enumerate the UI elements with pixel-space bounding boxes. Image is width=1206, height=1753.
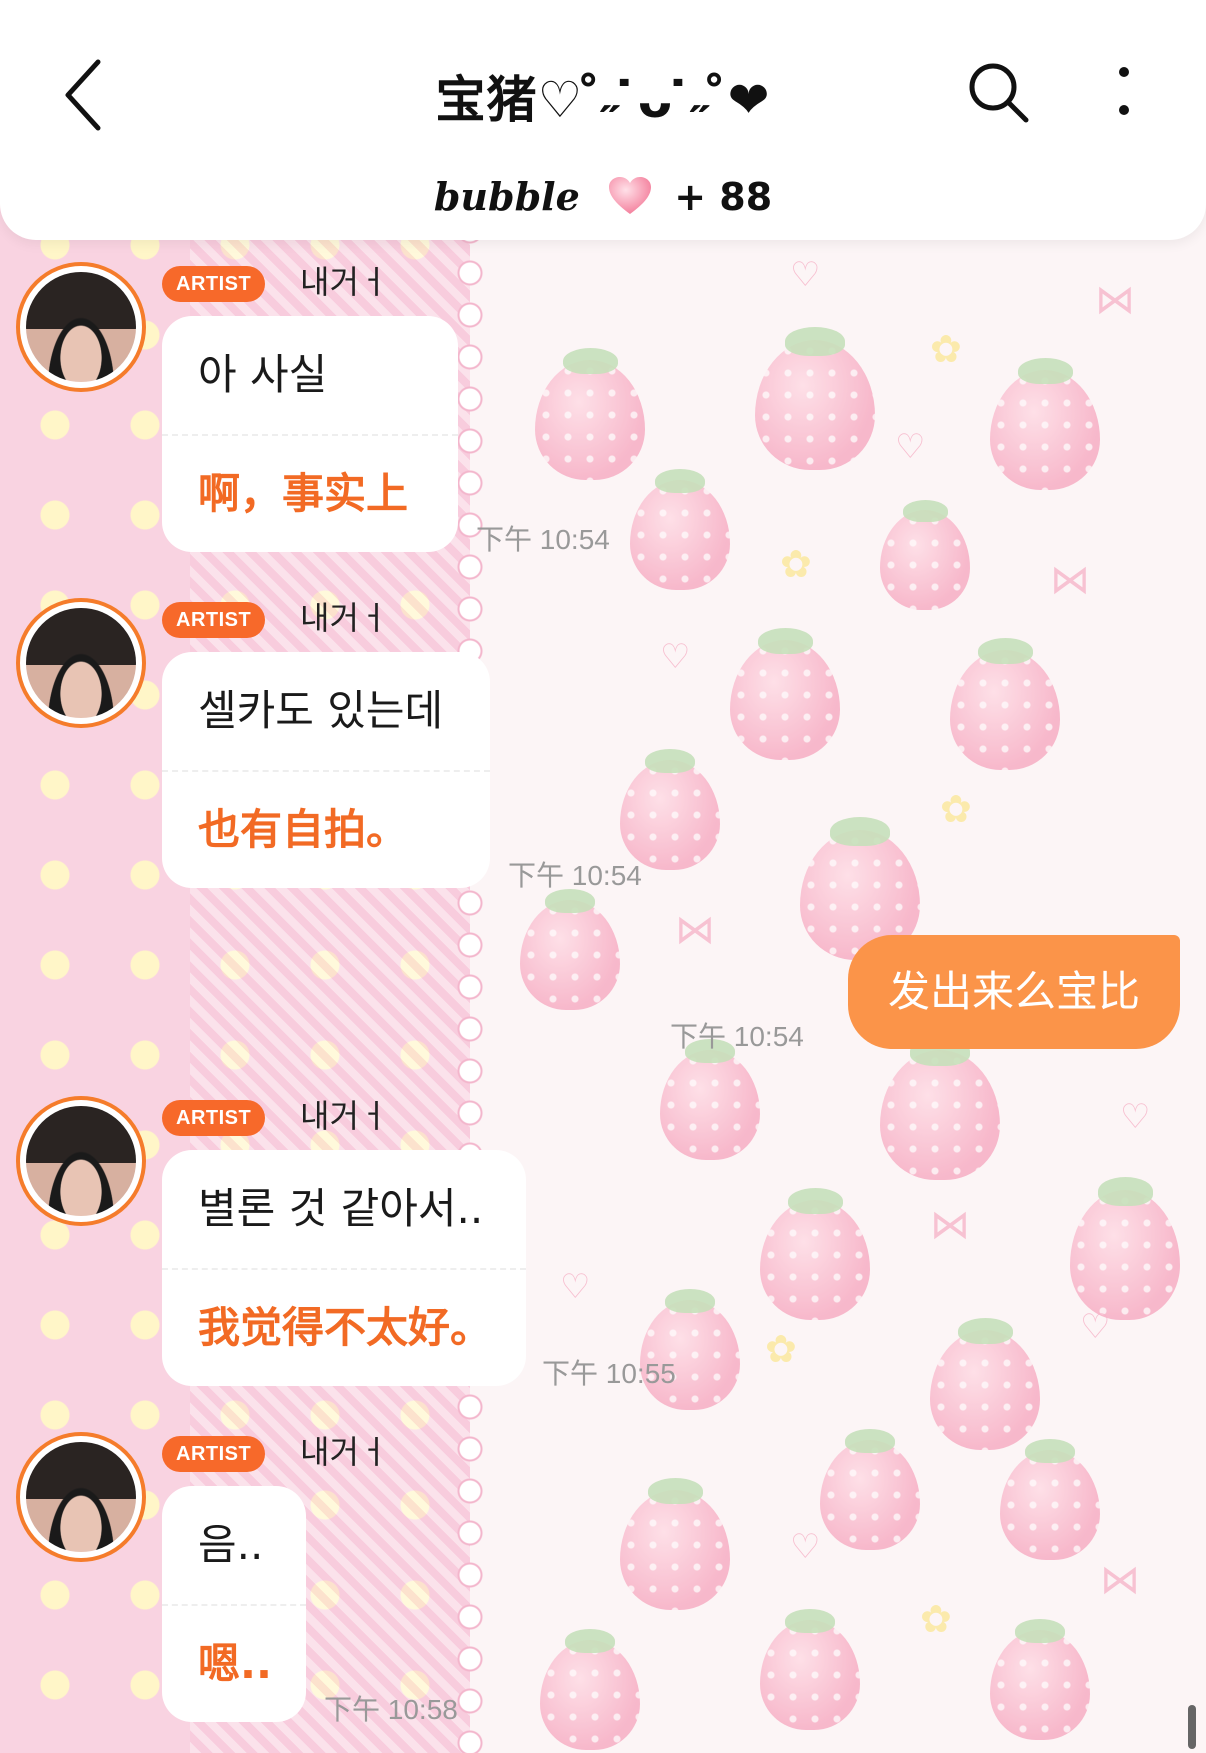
scrollbar-thumb[interactable] [1188, 1705, 1196, 1749]
message-time: 下午 10:58 [324, 1694, 458, 1725]
artist-badge: ARTIST [162, 1436, 266, 1472]
message-bubble[interactable]: 별론 것 같아서.. 我觉得不太好。 [162, 1150, 526, 1386]
sender-name: 내거ㅓ [300, 1097, 389, 1135]
message-bubble[interactable]: 셀카도 있는데 也有自拍。 [162, 652, 490, 888]
message-time: 下午 10:55 [542, 1358, 676, 1389]
avatar[interactable] [16, 1096, 146, 1226]
bubble-count-bar[interactable]: bubble + 88 [0, 174, 1206, 219]
message-korean: 아 사실 [198, 350, 328, 399]
search-button[interactable] [966, 60, 1030, 124]
sent-message-time: 下午 10:54 [670, 1021, 804, 1052]
bubble-count: + 88 [674, 175, 773, 219]
message-korean: 별론 것 같아서.. [198, 1184, 484, 1233]
message-translation: 也有自拍。 [198, 805, 409, 854]
sent-message-bubble[interactable]: 发出来么宝比 [847, 935, 1180, 1049]
sender-name: 내거ㅓ [300, 263, 389, 301]
avatar[interactable] [16, 598, 146, 728]
bubble-brand: bubble [433, 174, 580, 219]
more-menu-button[interactable] [1110, 64, 1138, 124]
chat-header: 宝猪♡ ̊˶ ̇ᴗ ̇˶ ̊❤︎ bubble + 88 [0, 0, 1206, 240]
message-bubble[interactable]: 아 사실 啊，事实上 [162, 316, 458, 552]
pink-heart-icon [607, 176, 653, 216]
message-translation: 我觉得不太好。 [198, 1303, 493, 1352]
avatar[interactable] [16, 262, 146, 392]
message-bubble[interactable]: 음.. 嗯.. [162, 1486, 306, 1722]
message-time: 下午 10:54 [476, 524, 610, 555]
message-translation: 啊，事实上 [198, 469, 409, 518]
artist-badge: ARTIST [162, 266, 266, 302]
avatar[interactable] [16, 1432, 146, 1562]
more-vertical-icon [1119, 67, 1129, 115]
artist-badge: ARTIST [162, 1100, 266, 1136]
sender-name: 내거ㅓ [300, 599, 389, 637]
search-icon [969, 63, 1029, 123]
sender-name: 내거ㅓ [300, 1433, 389, 1471]
message-korean: 셀카도 있는데 [198, 686, 444, 735]
message-korean: 음.. [198, 1520, 264, 1569]
artist-badge: ARTIST [162, 602, 266, 638]
message-translation: 嗯.. [198, 1639, 272, 1688]
message-time: 下午 10:54 [508, 860, 642, 891]
